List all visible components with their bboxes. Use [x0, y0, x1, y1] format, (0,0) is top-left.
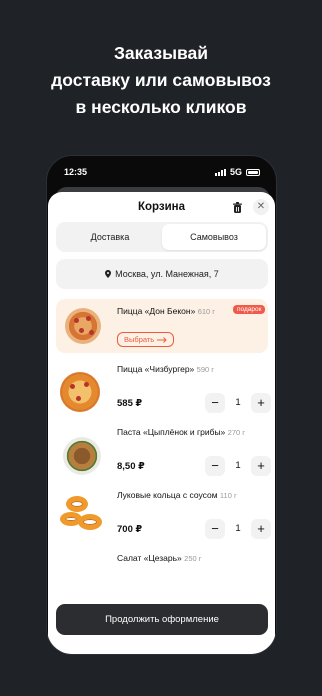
quantity-value: 1 — [235, 460, 241, 471]
quantity-value: 1 — [235, 397, 241, 408]
item-title: Луковые кольца с соусом — [117, 490, 218, 500]
onion-rings-image — [60, 494, 106, 540]
pizza-image — [60, 372, 100, 412]
tab-pickup[interactable]: Самовывоз — [162, 224, 266, 250]
cart-item: Паста «Цыплёнок и грибы» 270 г 8,50 ₽ − … — [48, 425, 275, 487]
battery-icon — [246, 168, 260, 176]
increase-button[interactable]: + — [251, 393, 271, 413]
choose-label: Выбрать — [124, 335, 155, 344]
cart-sheet: Корзина ✕ Доставка Самовывоз Москва, ул.… — [48, 192, 275, 654]
item-name: Паста «Цыплёнок и грибы» 270 г — [117, 427, 245, 437]
item-weight: 250 г — [184, 554, 202, 563]
cart-item: Пицца «Чизбургер» 590 г 585 ₽ − 1 + — [48, 362, 275, 424]
delivery-mode-tabs: Доставка Самовывоз — [56, 222, 268, 252]
status-bar: 12:35 5G — [47, 156, 276, 186]
trash-icon[interactable] — [231, 201, 244, 214]
item-price: 8,50 ₽ — [117, 461, 145, 472]
gift-badge: подарок — [233, 305, 266, 314]
arrow-right-icon — [157, 336, 167, 343]
item-title: Пицца «Чизбургер» — [117, 364, 195, 374]
item-name: Пицца «Дон Бекон» 610 г — [117, 306, 215, 316]
item-price: 585 ₽ — [117, 398, 143, 409]
quantity-stepper: − 1 + — [205, 519, 271, 539]
quantity-value: 1 — [235, 523, 241, 534]
decrease-button[interactable]: − — [205, 393, 225, 413]
signal-icon — [214, 168, 226, 176]
phone-frame: 12:35 5G Корзина ✕ Доставка Самовывоз Мо — [46, 155, 277, 655]
item-title: Паста «Цыплёнок и грибы» — [117, 427, 226, 437]
tab-delivery[interactable]: Доставка — [58, 224, 162, 250]
close-icon[interactable]: ✕ — [253, 199, 269, 215]
location-pin-icon — [105, 270, 112, 278]
item-price: 700 ₽ — [117, 524, 143, 535]
cart-item-gift: Пицца «Дон Бекон» 610 г подарок Выбрать — [56, 299, 268, 353]
network-label: 5G — [229, 167, 242, 177]
item-weight: 270 г — [227, 428, 245, 437]
item-title: Салат «Цезарь» — [117, 553, 182, 563]
decrease-button[interactable]: − — [205, 519, 225, 539]
address-field[interactable]: Москва, ул. Манежная, 7 — [56, 259, 268, 289]
item-weight: 590 г — [196, 365, 215, 374]
promo-line: доставку или самовывоз — [51, 70, 271, 90]
item-weight: 610 г — [197, 307, 216, 316]
item-title: Пицца «Дон Бекон» — [117, 306, 196, 316]
pizza-image — [65, 308, 101, 344]
increase-button[interactable]: + — [251, 519, 271, 539]
promo-line: Заказывай — [113, 43, 209, 63]
continue-checkout-button[interactable]: Продолжить оформление — [56, 604, 268, 635]
cart-item: Луковые кольца с соусом 110 г 700 ₽ − 1 … — [48, 488, 275, 550]
item-name: Салат «Цезарь» 250 г — [117, 553, 202, 563]
status-time: 12:35 — [64, 167, 88, 177]
decrease-button[interactable]: − — [205, 456, 225, 476]
status-indicators: 5G — [214, 167, 260, 177]
address-text: Москва, ул. Манежная, 7 — [115, 269, 219, 279]
quantity-stepper: − 1 + — [205, 456, 271, 476]
item-weight: 110 г — [219, 491, 237, 500]
choose-button[interactable]: Выбрать — [117, 332, 175, 347]
pasta-image — [63, 437, 101, 475]
promo-headline: Заказывай доставку или самовывоз в неско… — [0, 40, 322, 121]
quantity-stepper: − 1 + — [205, 393, 271, 413]
item-name: Пицца «Чизбургер» 590 г — [117, 364, 214, 374]
increase-button[interactable]: + — [251, 456, 271, 476]
promo-line: в несколько кликов — [75, 97, 247, 117]
item-name: Луковые кольца с соусом 110 г — [117, 490, 237, 500]
